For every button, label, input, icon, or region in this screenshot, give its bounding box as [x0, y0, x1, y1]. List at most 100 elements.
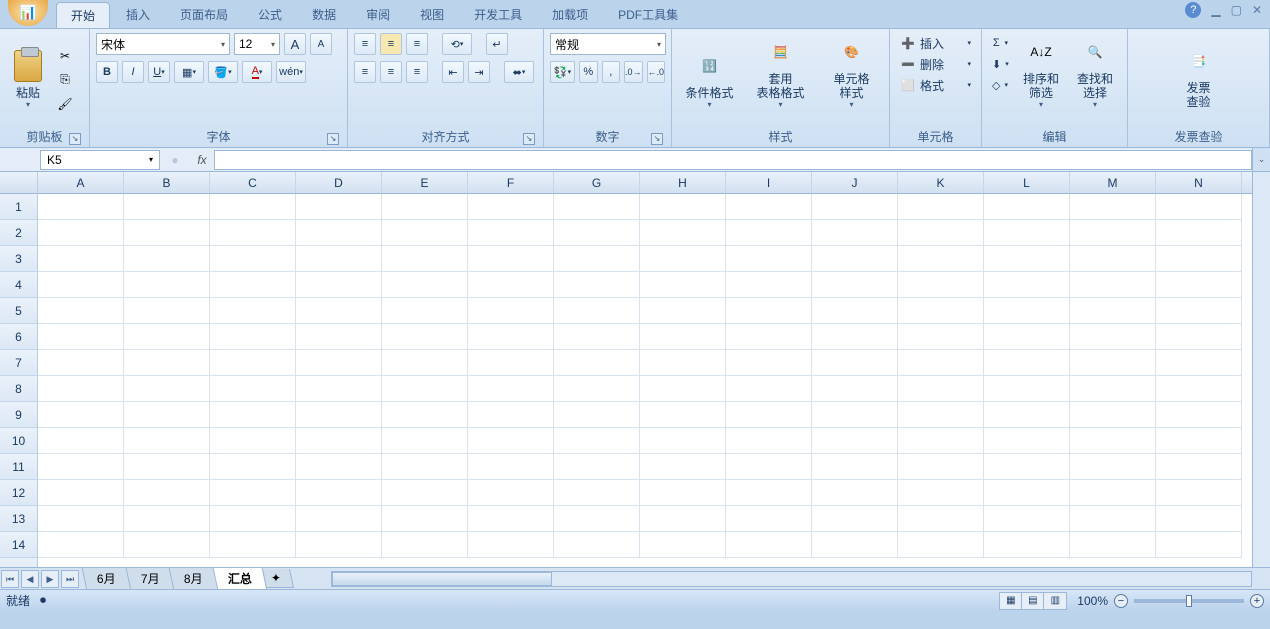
vertical-scrollbar[interactable] [1252, 172, 1270, 567]
autosum-button[interactable]: Σ▾ [988, 33, 1012, 53]
conditional-formatting-button[interactable]: 🔢条件格式▾ [682, 33, 738, 111]
align-top-icon[interactable]: ≡ [354, 33, 376, 55]
restore-icon[interactable]: ▢ [1231, 3, 1242, 17]
orientation-icon[interactable]: ⟲▾ [442, 33, 472, 55]
number-format-combo[interactable]: 常规▾ [550, 33, 666, 55]
align-center-icon[interactable]: ≡ [380, 61, 402, 83]
horizontal-scrollbar[interactable] [331, 571, 1252, 587]
grow-font-icon[interactable]: A [284, 33, 306, 55]
column-header[interactable]: D [296, 172, 382, 193]
zoom-out-button[interactable]: − [1114, 594, 1128, 608]
dialog-launcher-icon[interactable]: ↘ [523, 133, 535, 145]
column-header[interactable]: G [554, 172, 640, 193]
decrease-indent-icon[interactable]: ⇤ [442, 61, 464, 83]
bold-button[interactable]: B [96, 61, 118, 83]
column-header[interactable]: H [640, 172, 726, 193]
office-button[interactable]: 📊 [8, 0, 48, 26]
row-header[interactable]: 14 [0, 532, 37, 558]
macro-record-icon[interactable]: ⏺ [40, 593, 46, 608]
dialog-launcher-icon[interactable]: ↘ [327, 133, 339, 145]
row-header[interactable]: 3 [0, 246, 37, 272]
sort-filter-button[interactable]: A↓Z排序和 筛选▾ [1016, 33, 1066, 111]
paste-button[interactable]: 粘贴 ▾ [6, 33, 50, 111]
row-header[interactable]: 6 [0, 324, 37, 350]
align-right-icon[interactable]: ≡ [406, 61, 428, 83]
comma-icon[interactable]: , [602, 61, 620, 83]
sheet-nav-last-icon[interactable]: ⏭ [61, 570, 79, 588]
fx-icon[interactable]: fx [190, 153, 214, 167]
font-name-combo[interactable]: 宋体▾ [96, 33, 230, 55]
sheet-tab[interactable]: 8月 [169, 568, 218, 590]
underline-button[interactable]: U▾ [148, 61, 170, 83]
insert-cells-button[interactable]: ➕插入▾ [896, 33, 975, 53]
column-header[interactable]: F [468, 172, 554, 193]
format-cells-button[interactable]: ⬜格式▾ [896, 75, 975, 95]
cut-icon[interactable]: ✂ [54, 45, 76, 67]
tab-7[interactable]: 开发工具 [460, 2, 536, 28]
column-header[interactable]: L [984, 172, 1070, 193]
tab-5[interactable]: 审阅 [352, 2, 404, 28]
cell-styles-button[interactable]: 🎨单元格 样式▾ [824, 33, 880, 111]
row-header[interactable]: 7 [0, 350, 37, 376]
tab-0[interactable]: 开始 [56, 2, 110, 28]
zoom-in-button[interactable]: + [1250, 594, 1264, 608]
sheet-tab[interactable]: 7月 [125, 568, 174, 590]
new-sheet-button[interactable]: ✦ [262, 569, 294, 588]
decrease-decimal-icon[interactable]: ←.0 [647, 61, 666, 83]
help-icon[interactable]: ? [1185, 2, 1201, 18]
shrink-font-icon[interactable]: A [310, 33, 332, 55]
name-box[interactable]: K5▾ [40, 150, 160, 170]
expand-formula-bar-icon[interactable]: ⌄ [1252, 148, 1270, 171]
merge-center-icon[interactable]: ⬌▾ [504, 61, 534, 83]
cells-area[interactable] [38, 194, 1252, 558]
invoice-check-button[interactable]: 📑发票 查验 [1171, 33, 1227, 111]
row-header[interactable]: 5 [0, 298, 37, 324]
row-header[interactable]: 9 [0, 402, 37, 428]
tab-1[interactable]: 插入 [112, 2, 164, 28]
column-header[interactable]: M [1070, 172, 1156, 193]
column-header[interactable]: N [1156, 172, 1242, 193]
clear-button[interactable]: ◇▾ [988, 75, 1012, 95]
percent-icon[interactable]: % [579, 61, 597, 83]
phonetic-button[interactable]: wén▾ [276, 61, 306, 83]
formula-input[interactable] [214, 150, 1252, 170]
wrap-text-icon[interactable]: ↵ [486, 33, 508, 55]
format-painter-icon[interactable]: 🖌 [54, 93, 76, 115]
column-header[interactable]: A [38, 172, 124, 193]
accounting-format-icon[interactable]: 💱▾ [550, 61, 575, 83]
row-header[interactable]: 1 [0, 194, 37, 220]
dialog-launcher-icon[interactable]: ↘ [69, 133, 81, 145]
tab-8[interactable]: 加载项 [538, 2, 602, 28]
page-layout-view-icon[interactable]: ▤ [1022, 593, 1044, 609]
copy-icon[interactable]: ⎘ [54, 69, 76, 91]
sheet-nav-next-icon[interactable]: ▶ [41, 570, 59, 588]
delete-cells-button[interactable]: ➖删除▾ [896, 54, 975, 74]
row-header[interactable]: 12 [0, 480, 37, 506]
zoom-slider[interactable] [1134, 599, 1244, 603]
align-middle-icon[interactable]: ≡ [380, 33, 402, 55]
normal-view-icon[interactable]: ▦ [1000, 593, 1022, 609]
column-header[interactable]: I [726, 172, 812, 193]
row-header[interactable]: 11 [0, 454, 37, 480]
column-header[interactable]: B [124, 172, 210, 193]
zoom-level[interactable]: 100% [1077, 594, 1108, 608]
tab-4[interactable]: 数据 [298, 2, 350, 28]
font-size-combo[interactable]: 12▾ [234, 33, 280, 55]
column-header[interactable]: E [382, 172, 468, 193]
row-header[interactable]: 8 [0, 376, 37, 402]
tab-2[interactable]: 页面布局 [166, 2, 242, 28]
row-header[interactable]: 10 [0, 428, 37, 454]
border-button[interactable]: ▦▾ [174, 61, 204, 83]
tab-3[interactable]: 公式 [244, 2, 296, 28]
font-color-button[interactable]: A▾ [242, 61, 272, 83]
sheet-nav-first-icon[interactable]: ⏮ [1, 570, 19, 588]
dialog-launcher-icon[interactable]: ↘ [651, 133, 663, 145]
sheet-tab[interactable]: 汇总 [213, 568, 268, 590]
close-icon[interactable]: ✕ [1252, 3, 1262, 17]
row-header[interactable]: 13 [0, 506, 37, 532]
fill-color-button[interactable]: 🪣▾ [208, 61, 238, 83]
increase-indent-icon[interactable]: ⇥ [468, 61, 490, 83]
sheet-tab[interactable]: 6月 [82, 568, 131, 590]
italic-button[interactable]: I [122, 61, 144, 83]
tab-6[interactable]: 视图 [406, 2, 458, 28]
